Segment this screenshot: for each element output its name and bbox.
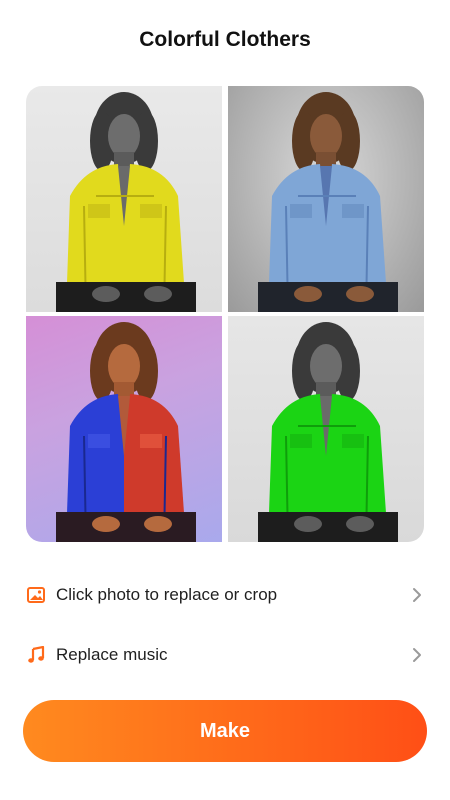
replace-music-option[interactable]: Replace music [26, 635, 424, 675]
photo-tile-blue-red[interactable] [26, 316, 222, 542]
person-photo [56, 92, 196, 312]
photo-grid [26, 86, 424, 542]
replace-music-label: Replace music [56, 645, 168, 664]
make-button[interactable]: Make [23, 700, 427, 762]
photo-tile-blue[interactable] [228, 86, 424, 312]
page-title: Colorful Clothers [139, 28, 311, 51]
music-note-icon [26, 645, 46, 665]
image-icon [26, 585, 46, 605]
person-photo [56, 322, 196, 542]
person-photo [258, 322, 398, 542]
editor-screen: Colorful Clothers Click photo to replace… [0, 0, 450, 800]
person-photo [258, 92, 398, 312]
photo-tile-green[interactable] [228, 316, 424, 542]
chevron-right-icon [410, 585, 424, 605]
replace-photo-option[interactable]: Click photo to replace or crop [26, 575, 424, 615]
replace-photo-label: Click photo to replace or crop [56, 585, 278, 604]
chevron-right-icon [410, 645, 424, 665]
photo-tile-yellow[interactable] [26, 86, 222, 312]
